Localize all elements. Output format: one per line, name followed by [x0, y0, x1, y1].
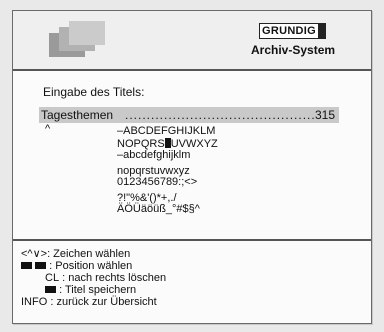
logo-square: [69, 21, 105, 45]
charset-row-umlauts: ÄÖÜäöüß_°#$§^: [117, 203, 200, 215]
help-info: INFO : zurück zur Übersicht: [21, 296, 157, 309]
charset-row-upper-2a: NOPQRS: [117, 137, 165, 150]
help-clear-text: : nach rechts löschen: [62, 272, 167, 284]
left-key-icon: [21, 262, 32, 269]
help-divider: [13, 239, 371, 241]
system-title: Archiv-System: [251, 43, 336, 57]
charset-row-upper-2b: UVWXYZ: [170, 137, 218, 150]
title-number: 315: [314, 108, 335, 122]
charset-row-digits: 0123456789:;<>: [117, 176, 198, 188]
logo-graphic: [49, 21, 107, 59]
position-cursor: ^: [45, 123, 51, 135]
save-key-icon: [45, 286, 56, 293]
help-select-position: : Position wählen: [21, 260, 133, 273]
help-select-char: <^∨>: Zeichen wählen: [21, 248, 131, 261]
title-input[interactable]: Tagesthemen ............................…: [39, 107, 339, 123]
help-save: : Titel speichern: [45, 284, 137, 297]
entry-prompt: Eingabe des Titels:: [43, 85, 145, 99]
header-divider: [13, 69, 371, 71]
help-info-text: : zurück zur Übersicht: [50, 296, 157, 308]
title-input-leader: ........................................…: [125, 108, 316, 122]
brand-logo: GRUNDIG: [259, 23, 326, 39]
cl-key-label: CL: [45, 272, 60, 284]
title-input-value: Tagesthemen: [41, 108, 114, 122]
right-key-icon: [35, 262, 47, 269]
charset-row-lower-1: –abcdefghijklm: [117, 149, 191, 161]
help-select-char-text: : Zeichen wählen: [47, 248, 131, 260]
teletext-screen: GRUNDIG Archiv-System Eingabe des Titels…: [12, 10, 372, 324]
help-save-text: : Titel speichern: [59, 284, 137, 296]
arrow-keys-icon: <^∨>: [21, 248, 48, 260]
help-clear: CL : nach rechts löschen: [45, 272, 167, 285]
charset-row-upper-1: –ABCDEFGHIJKLM: [117, 125, 216, 137]
character-table[interactable]: –ABCDEFGHIJKLM NOPQRS UVWXYZ –abcdefghijk…: [117, 125, 218, 216]
help-select-position-text: : Position wählen: [49, 260, 133, 272]
header-bar: GRUNDIG Archiv-System: [13, 11, 371, 69]
info-key-label: INFO: [21, 296, 48, 308]
